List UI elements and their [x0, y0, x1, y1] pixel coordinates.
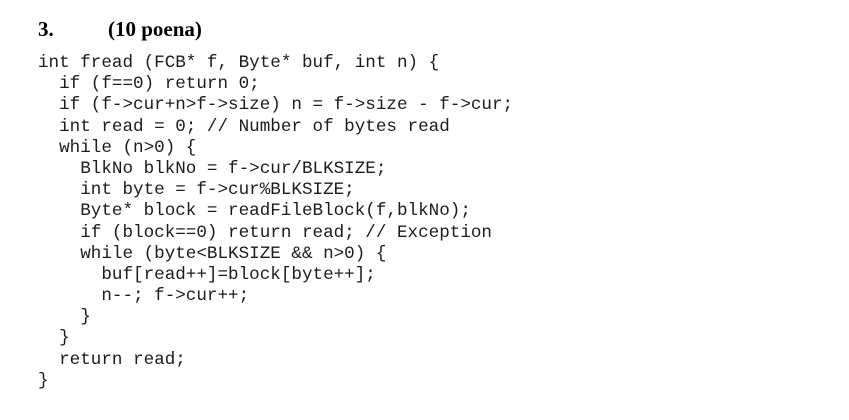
code-line: BlkNo blkNo = f->cur/BLKSIZE;	[38, 158, 387, 179]
code-line: }	[38, 328, 70, 349]
code-line: while (byte<BLKSIZE && n>0) {	[38, 243, 387, 264]
code-line: Byte* block = readFileBlock(f,blkNo);	[38, 201, 471, 222]
code-line: return read;	[38, 349, 186, 370]
code-block: int fread (FCB* f, Byte* buf, int n) { i…	[38, 53, 513, 392]
code-line: int byte = f->cur%BLKSIZE;	[38, 180, 355, 201]
code-line: if (f->cur+n>f->size) n = f->size - f->c…	[38, 95, 514, 116]
problem-number: 3.	[38, 17, 54, 41]
code-line: int read = 0; // Number of bytes read	[38, 116, 450, 137]
code-line: }	[38, 307, 91, 328]
code-line: buf[read++]=block[byte++];	[38, 264, 376, 285]
code-line: int fread (FCB* f, Byte* buf, int n) {	[38, 53, 440, 73]
code-line: }	[38, 370, 49, 391]
code-line: if (f==0) return 0;	[38, 74, 260, 95]
problem-points: (10 poena)	[108, 17, 202, 41]
code-line: n--; f->cur++;	[38, 286, 250, 307]
problem-heading: 3. (10 poena)	[38, 17, 202, 41]
code-line: if (block==0) return read; // Exception	[38, 222, 492, 243]
code-line: while (n>0) {	[38, 137, 197, 158]
